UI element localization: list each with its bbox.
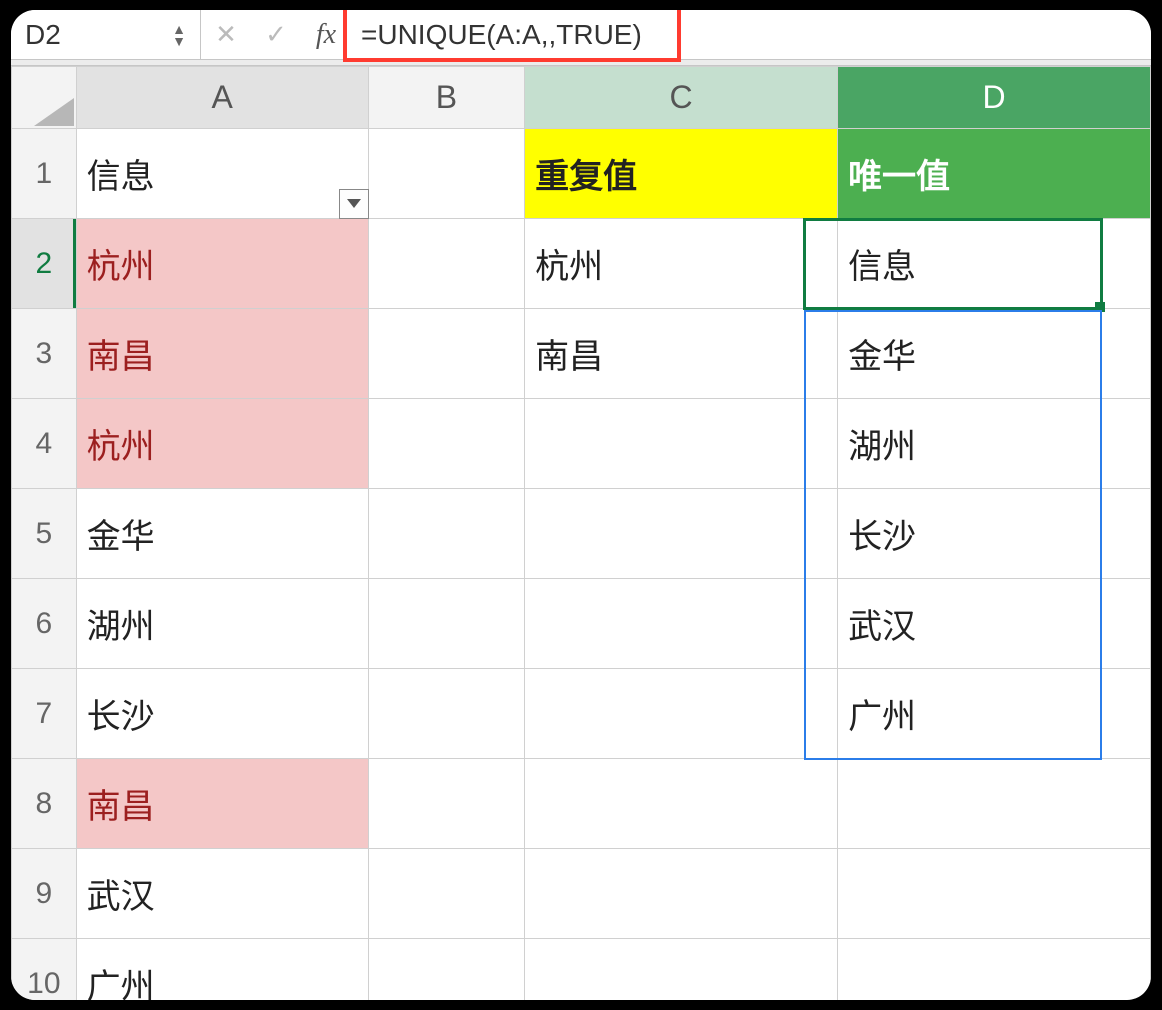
cell-C2[interactable]: 杭州: [525, 219, 838, 309]
formula-text: =UNIQUE(A:A,,TRUE): [361, 19, 642, 51]
formula-bar: D2 ▲ ▼ ✕ ✓ fx =UNIQUE(A:A,,TRUE): [11, 10, 1151, 60]
cell-A9[interactable]: 武汉: [76, 849, 368, 939]
name-box-stepper[interactable]: ▲ ▼: [172, 24, 186, 46]
cell-C1[interactable]: 重复值: [525, 129, 838, 219]
select-all-corner[interactable]: [12, 67, 77, 129]
cell-D1[interactable]: 唯一值: [838, 129, 1151, 219]
stepper-down-icon[interactable]: ▼: [172, 36, 186, 46]
check-icon: ✓: [265, 19, 287, 50]
cell-D8[interactable]: [838, 759, 1151, 849]
select-all-triangle-icon: [34, 98, 74, 126]
close-icon: ✕: [215, 19, 237, 50]
cell-B8[interactable]: [368, 759, 524, 849]
cell-A10[interactable]: 广州: [76, 939, 368, 1001]
cell-A5[interactable]: 金华: [76, 489, 368, 579]
cell-A2[interactable]: 杭州: [76, 219, 368, 309]
row-header-4[interactable]: 4: [12, 399, 77, 489]
cell-B2[interactable]: [368, 219, 524, 309]
fx-label: fx: [316, 19, 336, 51]
row-header-2[interactable]: 2: [12, 219, 77, 309]
cell-A4[interactable]: 杭州: [76, 399, 368, 489]
cell-D2[interactable]: 信息: [838, 219, 1151, 309]
row-header-9[interactable]: 9: [12, 849, 77, 939]
cancel-button[interactable]: ✕: [201, 10, 251, 59]
row-header-6[interactable]: 6: [12, 579, 77, 669]
cell-A8[interactable]: 南昌: [76, 759, 368, 849]
cell-B6[interactable]: [368, 579, 524, 669]
formula-input[interactable]: =UNIQUE(A:A,,TRUE): [351, 10, 1151, 59]
cell-B3[interactable]: [368, 309, 524, 399]
name-box[interactable]: D2 ▲ ▼: [11, 10, 201, 59]
col-header-B[interactable]: B: [368, 67, 524, 129]
col-header-A[interactable]: A: [76, 67, 368, 129]
cell-A7[interactable]: 长沙: [76, 669, 368, 759]
cell-D3[interactable]: 金华: [838, 309, 1151, 399]
cell-C6[interactable]: [525, 579, 838, 669]
fx-button[interactable]: fx: [301, 10, 351, 59]
cell-D4[interactable]: 湖州: [838, 399, 1151, 489]
cell-B5[interactable]: [368, 489, 524, 579]
col-header-D[interactable]: D: [838, 67, 1151, 129]
cell-C7[interactable]: [525, 669, 838, 759]
row-header-8[interactable]: 8: [12, 759, 77, 849]
cell-B4[interactable]: [368, 399, 524, 489]
cell-D7[interactable]: 广州: [838, 669, 1151, 759]
cell-reference: D2: [25, 19, 172, 51]
cell-A1[interactable]: 信息: [76, 129, 368, 219]
col-header-C[interactable]: C: [525, 67, 838, 129]
cell-D10[interactable]: [838, 939, 1151, 1001]
cell-C8[interactable]: [525, 759, 838, 849]
row-header-3[interactable]: 3: [12, 309, 77, 399]
spreadsheet-window: D2 ▲ ▼ ✕ ✓ fx =UNIQUE(A:A,,TRUE): [11, 10, 1151, 1000]
cell-C10[interactable]: [525, 939, 838, 1001]
cell-C9[interactable]: [525, 849, 838, 939]
row-header-7[interactable]: 7: [12, 669, 77, 759]
cell-C3[interactable]: 南昌: [525, 309, 838, 399]
row-header-1[interactable]: 1: [12, 129, 77, 219]
cell-B9[interactable]: [368, 849, 524, 939]
cell-B10[interactable]: [368, 939, 524, 1001]
filter-dropdown-button[interactable]: [339, 189, 369, 219]
cell-B7[interactable]: [368, 669, 524, 759]
cell-D9[interactable]: [838, 849, 1151, 939]
row-header-5[interactable]: 5: [12, 489, 77, 579]
cell-D6[interactable]: 武汉: [838, 579, 1151, 669]
chevron-down-icon: [347, 199, 361, 209]
cell-D5[interactable]: 长沙: [838, 489, 1151, 579]
row-header-10[interactable]: 10: [12, 939, 77, 1001]
stepper-up-icon[interactable]: ▲: [172, 24, 186, 34]
cell-A3[interactable]: 南昌: [76, 309, 368, 399]
cell-B1[interactable]: [368, 129, 524, 219]
cell-A6[interactable]: 湖州: [76, 579, 368, 669]
cell-C4[interactable]: [525, 399, 838, 489]
confirm-button[interactable]: ✓: [251, 10, 301, 59]
cell-C5[interactable]: [525, 489, 838, 579]
grid[interactable]: A B C D 1 信息 重复值 唯一值 2 杭州: [11, 66, 1151, 1000]
